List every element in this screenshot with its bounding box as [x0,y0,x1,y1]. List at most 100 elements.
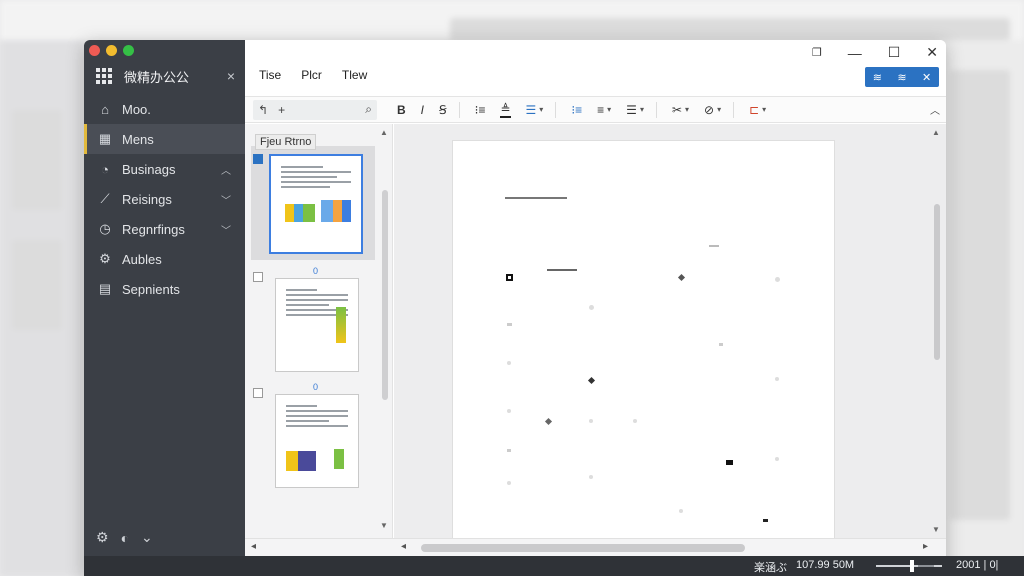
undo-icon[interactable]: ↰ [258,103,268,117]
maximize-icon[interactable]: ☐ [888,44,901,61]
toolbar-divider [555,101,557,118]
menu-plcr[interactable]: Plcr [301,68,322,82]
toolbar-divider [655,101,657,118]
sidebar-item-label: Mens [122,131,154,147]
horizontal-scrollbar[interactable]: ◂ ◂ ▸ [245,538,946,556]
panel-close-icon[interactable]: ✕ [922,71,931,84]
sidebar-item-mens[interactable]: ▦ Mens [84,124,245,154]
line-chart-icon: ⟋ [100,191,110,206]
layout-alt-icon[interactable]: ≋ [897,71,906,84]
home-icon: ⌂ [101,101,109,117]
sidebar-item-label: Regnrfings [122,221,185,237]
window-controls: ❐ — ☐ ✕ [812,44,938,61]
app-header: 微精办公公 × [96,66,235,86]
scroll-up-icon[interactable]: ▲ [380,128,388,137]
scroll-down-icon[interactable]: ▼ [932,525,940,534]
restore-icon[interactable]: ❐ [812,46,822,59]
toolbar-search[interactable]: ↰ + ⌕ [253,99,377,120]
settings-icon[interactable]: ⚙ [96,529,109,546]
page-thumbnail[interactable] [275,278,359,372]
numbering-icon[interactable]: ≡ ▾ [597,103,611,117]
page-checkbox[interactable] [253,154,263,164]
scroll-thumb[interactable] [934,204,940,360]
theme-icon[interactable]: ◐ [121,530,129,546]
chevron-down-icon[interactable]: ⌄ [141,529,153,546]
minimize-dot[interactable] [106,45,117,56]
align-icon[interactable]: ≜ [500,102,511,118]
document-scrollbar[interactable]: ▲ ▼ [932,128,942,534]
app-window: 微精办公公 × ⌂ Moo. ▦ Mens ◔ Businags ︿ ⟋ Rei… [84,40,946,576]
settings-gear-icon: ⚙ [99,251,111,266]
handle-marker[interactable] [726,460,733,465]
scroll-up-icon[interactable]: ▲ [932,128,940,137]
cut-icon[interactable]: ✂ ▾ [672,103,689,117]
menu-bar: Tise Plcr Tlew [259,68,367,82]
search-icon[interactable]: ⌕ [365,102,372,117]
sidebar-item-sepnients[interactable]: ▤ Sepnients [84,274,245,304]
thumbnail-scrollbar[interactable]: ▲ ▼ [380,128,390,530]
handle-marker[interactable] [544,417,553,426]
apps-grid-icon[interactable] [96,68,112,84]
window-close-icon[interactable]: ✕ [926,44,938,61]
sidebar-item-home[interactable]: ⌂ Moo. [84,94,245,124]
page-thumbnail[interactable] [269,154,363,254]
scroll-right-icon[interactable]: ▸ [923,541,928,552]
find-icon[interactable]: ⊘ ▾ [704,103,721,117]
bold-button[interactable]: B [397,103,406,117]
sidebar-footer: ⚙ ◐ ⌄ [96,529,153,546]
sidebar-item-regnrfings[interactable]: ◷ Regnrfings ﹀ [84,214,245,244]
minimize-icon[interactable]: — [848,45,862,61]
scroll-left-icon[interactable]: ◂ [401,541,406,552]
close-icon[interactable]: × [227,68,235,84]
handle-marker[interactable] [677,273,686,282]
page-checkbox[interactable] [253,272,263,282]
shape-icon[interactable]: ⊏ ▾ [749,103,766,117]
sidebar-item-businags[interactable]: ◔ Businags ︿ [84,154,245,184]
text-line [709,245,719,247]
document-page[interactable] [452,140,835,540]
page-thumbnail[interactable] [275,394,359,488]
zoom-slider-handle[interactable] [910,560,914,572]
collapse-toolbar-icon[interactable]: ︿ [930,102,940,117]
layout-icon[interactable]: ≋ [873,71,882,84]
toolbar-divider [458,101,460,118]
chart-box-icon: ▤ [98,281,112,296]
file-size: 107.99 50M [796,559,855,571]
color-list-icon[interactable]: ☰ ▾ [526,103,544,117]
menu-tise[interactable]: Tise [259,68,281,82]
traffic-lights [89,45,134,56]
scroll-thumb[interactable] [421,544,745,552]
bullets-icon[interactable]: ⁝≡ [571,103,582,117]
text-line [547,269,577,271]
menu-tlew[interactable]: Tlew [342,68,367,82]
maximize-dot[interactable] [123,45,134,56]
handle-marker[interactable] [587,376,596,385]
chevron-up-icon[interactable]: ︿ [221,162,231,177]
handle-marker[interactable] [506,274,513,281]
indent-icon[interactable]: ☰ ▾ [626,103,644,117]
chevron-down-icon[interactable]: ﹀ [221,192,231,207]
sidebar-item-label: Sepnients [122,281,180,297]
page-thumbnails: Fjeu Rtrno 0 0 ▲ ▼ [245,124,393,538]
chevron-down-icon[interactable]: ﹀ [221,222,231,237]
format-button[interactable]: Ꞩ [439,103,447,117]
sidebar-item-label: Aubles [122,251,162,267]
italic-button[interactable]: I [421,103,424,117]
formatting-toolbar: ↰ + ⌕ B I Ꞩ ⁝≡ ≜ ☰ ▾ ⁝≡ ≡ ▾ ☰ ▾ ✂ ▾ ⊘ ▾ ⊏ ▾ ︿ [245,96,946,123]
close-dot[interactable] [89,45,100,56]
handle-marker[interactable] [763,519,768,522]
document-canvas: ▲ ▼ [394,124,946,540]
scroll-left-icon[interactable]: ◂ [251,541,256,552]
page-checkbox[interactable] [253,388,263,398]
sidebar-item-aubles[interactable]: ⚙ Aubles [84,244,245,274]
add-icon[interactable]: + [278,103,285,117]
status-label: 楽涵ぶ [754,562,787,574]
thumbnail-row-1[interactable] [251,146,375,260]
page-number: 0 [313,266,319,276]
main-pane: ❐ — ☐ ✕ Tise Plcr Tlew ≋ ≋ ✕ ↰ + ⌕ B I Ꞩ… [245,40,946,556]
sidebar-item-reisings[interactable]: ⟋ Reisings ﹀ [84,184,245,214]
numbered-list-icon[interactable]: ⁝≡ [475,103,486,117]
text-line [505,197,567,199]
scroll-thumb[interactable] [382,190,388,400]
scroll-down-icon[interactable]: ▼ [380,521,388,530]
